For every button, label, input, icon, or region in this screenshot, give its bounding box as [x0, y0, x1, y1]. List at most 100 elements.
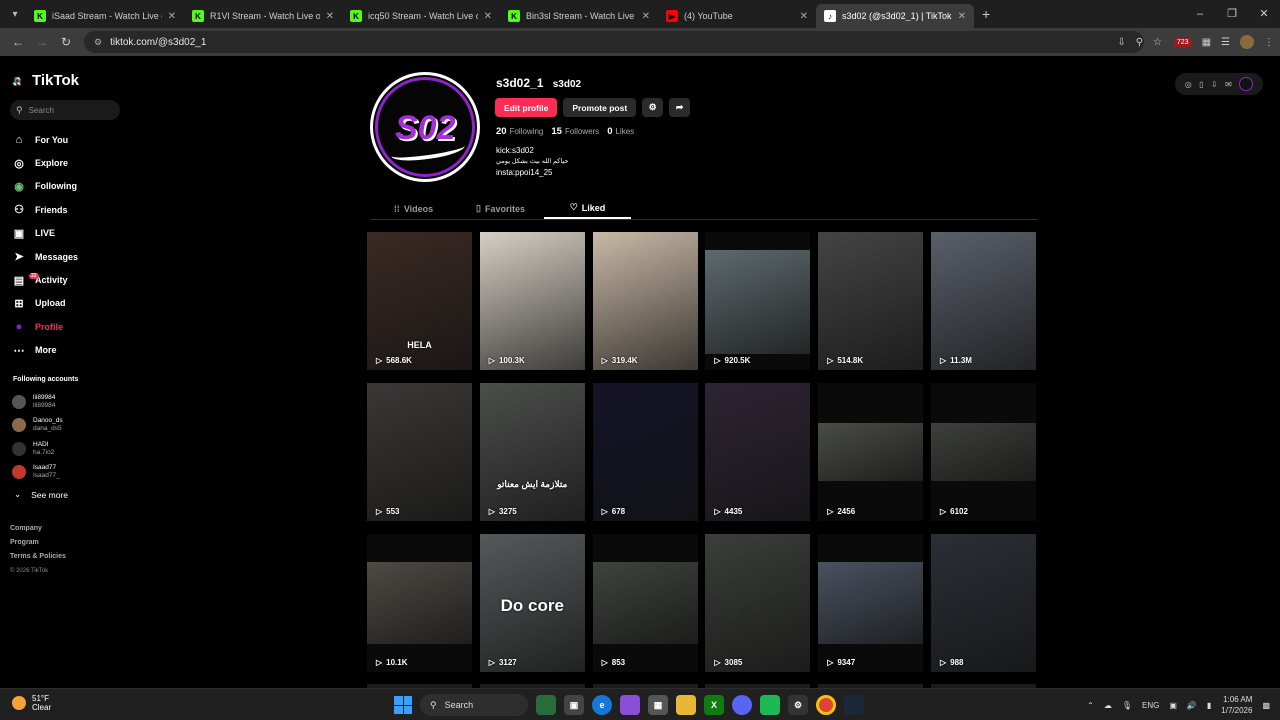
video-card[interactable]: ▷ 920.5K [705, 232, 811, 370]
video-card[interactable]: ▷ 2456 [818, 383, 924, 521]
task-view-icon[interactable]: ▣ [564, 695, 584, 715]
edge-icon[interactable]: e [592, 695, 612, 715]
mini-avatar[interactable] [1239, 77, 1254, 91]
browser-tab[interactable]: Kicq50 Stream - Watch Live on Ki ✕ [342, 4, 500, 28]
browser-tab[interactable]: K Bin3sl Stream - Watch Live on Ki ✕ [500, 4, 658, 28]
new-tab-button[interactable]: + [982, 6, 990, 22]
following-account-item[interactable]: lli89984 lli89984 [12, 390, 63, 414]
weather-widget[interactable]: 51°F Clear [12, 694, 51, 712]
coin-icon[interactable]: ◎ [1185, 80, 1192, 89]
browser-profile-avatar[interactable] [1240, 35, 1254, 49]
chrome-icon[interactable] [816, 695, 836, 715]
browser-menu-icon[interactable]: ⋮ [1264, 37, 1274, 48]
extension-badge[interactable]: 723 [1173, 37, 1192, 47]
install-app-icon[interactable]: ⇩ [1117, 37, 1125, 48]
back-icon[interactable]: ← [6, 35, 30, 49]
sidebar-item-profile[interactable]: ● Profile [12, 315, 78, 338]
device-icon[interactable]: ▯ [1199, 80, 1203, 89]
xbox-icon[interactable]: X [704, 695, 724, 715]
sidebar-item-messages[interactable]: ➤ Messages [12, 245, 78, 268]
reading-list-icon[interactable]: ☰ [1221, 37, 1230, 48]
sidebar-item-live[interactable]: ▣ LIVE [12, 222, 78, 245]
share-icon[interactable]: ➦ [669, 98, 691, 117]
close-window-icon[interactable]: ✕ [1248, 0, 1280, 28]
video-card[interactable]: ▷ 553 [367, 383, 472, 521]
video-card[interactable]: ▷ 3085 [705, 534, 811, 672]
tab-liked[interactable]: ♡ Liked [544, 198, 631, 219]
reload-icon[interactable]: ↻ [54, 35, 78, 49]
language-indicator[interactable]: ENG [1142, 701, 1159, 710]
settings-icon[interactable]: ⚙ [788, 695, 808, 715]
tab-videos[interactable]: ⁞⁞ Videos [370, 198, 457, 219]
sidebar-item-friends[interactable]: ⚇ Friends [12, 198, 78, 221]
tray-overflow-icon[interactable]: ⌃ [1087, 701, 1094, 710]
battery-icon[interactable]: ▮ [1207, 701, 1211, 710]
followers-stat[interactable]: 15 Followers [551, 126, 599, 137]
following-account-item[interactable]: Danoo_ds dana_ds5 [12, 414, 63, 438]
following-stat[interactable]: 20 Following [496, 126, 543, 137]
close-tab-icon[interactable]: ✕ [800, 11, 808, 22]
video-card[interactable]: ▷ 9347 [818, 534, 924, 672]
sidebar-item-more[interactable]: ⋯ More [12, 339, 78, 362]
video-card[interactable]: ▷ 100.3K [479, 232, 585, 370]
settings-gear-icon[interactable]: ⚙ [642, 98, 664, 117]
video-card[interactable]: ▷ 319.4K [592, 232, 698, 370]
edit-profile-button[interactable]: Edit profile [495, 98, 558, 117]
close-tab-icon[interactable]: ✕ [642, 11, 650, 22]
tiktok-logo[interactable]: ♫ TikTok [12, 72, 79, 89]
video-card[interactable]: ▷ 988 [930, 534, 1036, 672]
video-card[interactable]: Do core ▷ 3127 [479, 534, 585, 672]
clock[interactable]: 1:06 AM 1/7/2026 [1221, 694, 1252, 716]
video-card[interactable]: HELA ▷ 568.6K [367, 232, 472, 370]
footer-link-terms[interactable]: Terms & Policies [10, 550, 66, 564]
taskbar-search[interactable]: ⚲ Search [420, 694, 528, 716]
search-input[interactable]: ⚲ Search [10, 100, 120, 120]
following-account-item[interactable]: HADI ha.7io2 [12, 437, 63, 461]
close-tab-icon[interactable]: ✕ [484, 11, 492, 22]
site-info-icon[interactable]: ⚙ [94, 37, 102, 48]
sidebar-item-following[interactable]: ◉ Following [12, 175, 78, 198]
network-icon[interactable]: ▣ [1169, 701, 1177, 710]
video-card[interactable]: ▷ 514.8K [818, 232, 924, 370]
close-tab-icon[interactable]: ✕ [958, 11, 966, 22]
browser-tab[interactable]: ▶ (4) YouTube ✕ [658, 4, 816, 28]
address-bar[interactable]: ⚙ tiktok.com/@s3d02_1 [84, 31, 1144, 53]
microphone-icon[interactable]: 🎙 [1122, 701, 1132, 710]
video-card[interactable]: ▷ 11.3M [930, 232, 1036, 370]
close-tab-icon[interactable]: ✕ [326, 11, 334, 22]
video-card[interactable]: ▷ 853 [592, 534, 698, 672]
download-icon[interactable]: ⇩ [1211, 80, 1218, 89]
tab-search-icon[interactable]: ▾ [4, 3, 26, 25]
forward-icon[interactable]: → [30, 35, 54, 49]
footer-link-program[interactable]: Program [10, 536, 66, 550]
video-card[interactable]: ▷ 678 [592, 383, 698, 521]
see-more-button[interactable]: ⌄ See more [14, 489, 68, 500]
copilot-icon[interactable] [620, 695, 640, 715]
video-card[interactable]: متلازمة ايش معناتو ▷ 3275 [479, 383, 585, 521]
extensions-puzzle-icon[interactable]: ▦ [1202, 37, 1211, 48]
browser-tab[interactable]: ♪ s3d02 (@s3d02_1) | TikTok ✕ [816, 4, 974, 28]
minimize-icon[interactable]: – [1184, 0, 1216, 28]
video-card[interactable]: ▷ 10.1K [367, 534, 472, 672]
file-explorer-icon[interactable] [676, 695, 696, 715]
notifications-icon[interactable]: ▩ [1262, 701, 1270, 710]
restore-icon[interactable]: ❐ [1216, 0, 1248, 28]
volume-icon[interactable]: 🔊 [1187, 701, 1197, 710]
video-card[interactable]: ▷ 6102 [930, 383, 1036, 521]
steam-icon[interactable] [844, 695, 864, 715]
browser-tab[interactable]: K R1Vl Stream - Watch Live on Ki ✕ [184, 4, 342, 28]
discord-icon[interactable] [732, 695, 752, 715]
bookmark-star-icon[interactable]: ☆ [1153, 37, 1162, 48]
zoom-icon[interactable]: ⚲ [1136, 37, 1143, 48]
widgets-icon[interactable] [536, 695, 556, 715]
windows-start-icon[interactable] [394, 696, 412, 714]
profile-avatar[interactable]: S02 [370, 72, 480, 182]
promote-post-button[interactable]: Promote post [563, 98, 637, 117]
sidebar-item-upload[interactable]: ⊞ Upload [12, 292, 78, 315]
app-icon[interactable] [760, 695, 780, 715]
message-icon[interactable]: ✉ [1225, 80, 1232, 89]
sidebar-item-for-you[interactable]: ⌂ For You [12, 128, 78, 151]
footer-link-company[interactable]: Company [10, 522, 66, 536]
onedrive-icon[interactable]: ☁ [1104, 701, 1112, 710]
store-icon[interactable]: ▦ [648, 695, 668, 715]
